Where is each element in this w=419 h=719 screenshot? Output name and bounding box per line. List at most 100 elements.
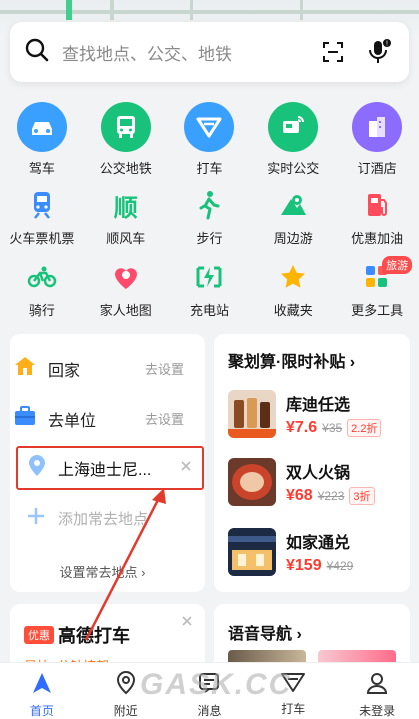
quick-family-map[interactable]: 家人地图 [84, 260, 168, 319]
family-map-icon [109, 260, 143, 294]
quick-drive[interactable]: 驾车 [0, 102, 84, 177]
deal-item[interactable]: 如家通兑 ¥159 ¥429 [228, 528, 353, 576]
quick-favorites[interactable]: 收藏夹 [251, 260, 335, 319]
briefcase-icon [14, 406, 36, 431]
bus-icon [100, 102, 151, 152]
deal-thumbnail [228, 458, 276, 506]
charging-icon [192, 260, 226, 294]
search-bar[interactable]: 查找地点、公交、地铁 ! [10, 22, 409, 82]
quick-label: 公交地铁 [99, 161, 152, 176]
hotel-icon [352, 102, 403, 152]
deal-thumbnail [228, 390, 276, 438]
walk-icon [192, 188, 226, 222]
deal-price: ¥68 [286, 487, 313, 504]
tab-label: 附近 [113, 704, 138, 718]
star-icon [276, 260, 310, 294]
tab-profile[interactable]: 未登录 [335, 663, 419, 719]
map-road [0, 10, 419, 14]
taxi-card-title: 高德打车 [58, 626, 130, 646]
quick-fuel[interactable]: 优惠加油 [335, 188, 419, 247]
quick-bus-metro[interactable]: 公交地铁 [84, 102, 168, 177]
deal-item[interactable]: 库迪任选 ¥7.6 ¥35 2.2折 [228, 390, 382, 438]
deal-price: ¥159 [286, 557, 322, 574]
deal-name: 如家通兑 [286, 535, 351, 552]
quick-more-tools[interactable]: 旅游 更多工具 [335, 256, 419, 319]
tab-label: 未登录 [359, 704, 396, 718]
home-label: 回家 [48, 362, 81, 380]
quick-label: 打车 [196, 161, 223, 176]
deal-discount-badge: 2.2折 [347, 419, 382, 437]
quick-nearby-travel[interactable]: 周边游 [251, 188, 335, 247]
quick-label: 收藏夹 [273, 303, 313, 318]
quick-label: 订酒店 [357, 161, 397, 176]
close-icon[interactable] [181, 614, 193, 632]
car-icon [16, 102, 67, 152]
search-input[interactable]: 查找地点、公交、地铁 [62, 40, 303, 65]
work-setting-link[interactable]: 去设置 [145, 409, 184, 428]
quick-label: 家人地图 [99, 303, 152, 318]
deals-title[interactable]: 聚划算·限时补贴 › [228, 348, 355, 372]
quick-label: 更多工具 [351, 303, 404, 318]
quick-label: 步行 [196, 231, 223, 246]
quick-hotel[interactable]: 订酒店 [335, 102, 419, 177]
deal-old-price: ¥429 [326, 559, 354, 573]
set-frequent-places-link[interactable]: 设置常去地点 › [0, 562, 195, 581]
fuel-icon [360, 188, 394, 222]
quick-label: 优惠加油 [351, 231, 404, 246]
scan-icon[interactable] [317, 36, 349, 68]
work-row[interactable]: 去单位 去设置 [14, 406, 184, 431]
tab-label: 消息 [197, 704, 222, 718]
more-tools-icon: 旅游 [360, 256, 413, 294]
tab-label: 首页 [29, 704, 54, 718]
watermark: GASK.CC [140, 668, 293, 701]
map-road [190, 0, 193, 20]
quick-label: 周边游 [273, 231, 313, 246]
plus-icon [26, 506, 46, 531]
user-icon [365, 671, 389, 700]
quick-label: 骑行 [28, 303, 55, 318]
bike-icon [25, 260, 59, 294]
travel-badge: 旅游 [382, 256, 413, 274]
quick-bike[interactable]: 骑行 [0, 260, 84, 319]
deal-discount-badge: 3折 [349, 487, 375, 505]
deal-old-price: ¥35 [322, 421, 343, 435]
svg-text:!: ! [386, 41, 388, 48]
quick-realtime-bus[interactable]: 实时公交 [251, 102, 335, 177]
add-frequent-place-row[interactable]: 添加常去地点 [26, 506, 148, 531]
quick-charging[interactable]: 充电站 [168, 260, 252, 319]
quick-walk[interactable]: 步行 [168, 188, 252, 247]
search-icon [24, 37, 50, 68]
quick-label: 火车票机票 [9, 231, 75, 246]
map-road [300, 0, 303, 20]
deal-name: 库迪任选 [286, 397, 351, 414]
voice-nav-title: 语音导航 › [228, 626, 302, 643]
carpool-glyph: 顺 [113, 194, 138, 222]
deal-thumbnail [228, 528, 276, 576]
carpool-icon: 顺 [109, 188, 143, 222]
deal-name: 双人火锅 [286, 465, 351, 482]
quick-taxi[interactable]: 打车 [168, 102, 252, 177]
location-pin-icon [115, 671, 137, 700]
deal-price: ¥7.6 [286, 419, 318, 436]
tab-label: 打车 [281, 702, 306, 716]
home-setting-link[interactable]: 去设置 [145, 359, 184, 378]
add-frequent-label: 添加常去地点 [58, 511, 149, 528]
promo-tag: 优惠 [24, 626, 54, 644]
quick-train-flight[interactable]: 火车票机票 [0, 188, 84, 247]
home-row[interactable]: 回家 去设置 [14, 356, 184, 381]
quick-label: 实时公交 [267, 161, 320, 176]
quick-label: 顺风车 [106, 231, 146, 246]
tab-home[interactable]: 首页 [0, 663, 84, 719]
quick-label: 驾车 [28, 161, 55, 176]
taxi-icon [184, 102, 235, 152]
quick-label: 充电站 [189, 303, 229, 318]
realtime-bus-icon [268, 102, 319, 152]
quick-access-grid: 驾车 公交地铁 打车 实时公交 订酒店 火车票机票 顺 顺风车 步行 周边游 优… [0, 92, 419, 322]
work-label: 去单位 [48, 412, 97, 430]
highlight-annotation-box [16, 446, 204, 490]
map-road [110, 0, 114, 20]
map-road [66, 0, 72, 20]
quick-carpool[interactable]: 顺 顺风车 [84, 188, 168, 247]
microphone-icon[interactable]: ! [363, 36, 395, 68]
deal-item[interactable]: 双人火锅 ¥68 ¥223 3折 [228, 458, 375, 506]
